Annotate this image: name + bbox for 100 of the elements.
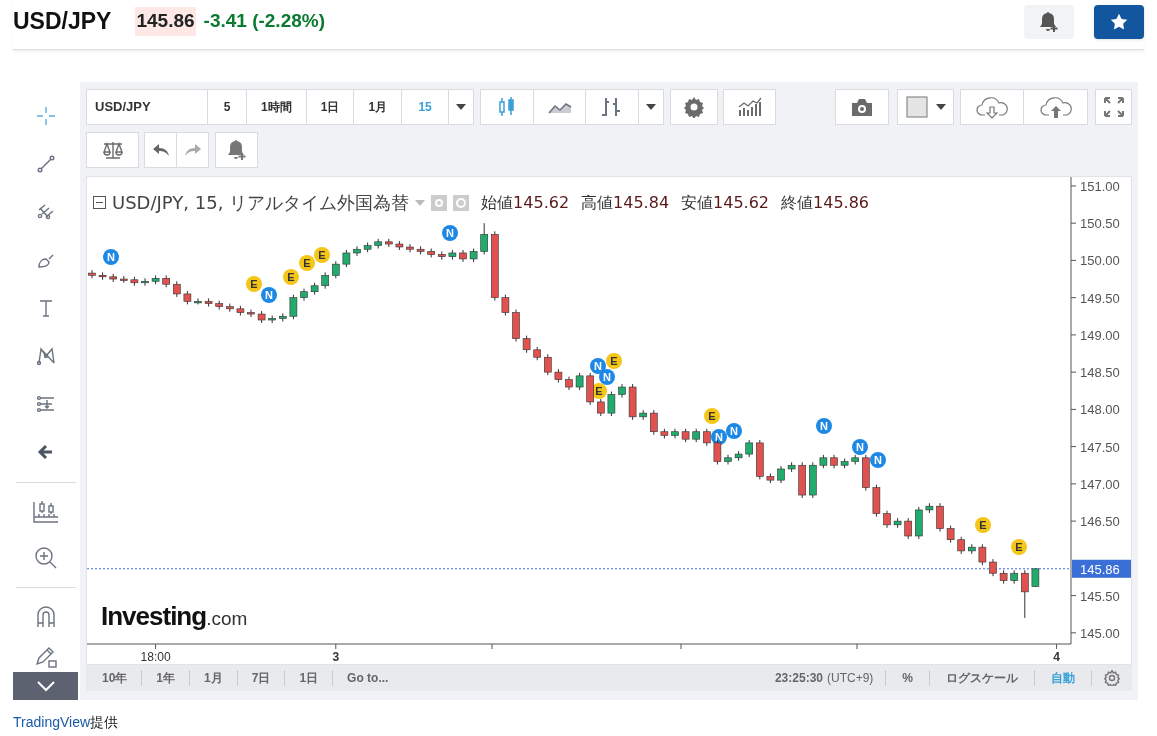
range-button[interactable]: 10年 <box>86 669 142 687</box>
clock-time: 23:25:30 <box>774 670 823 687</box>
price-axis-label: 149.50 <box>1080 290 1120 306</box>
event-marker[interactable]: E <box>314 247 330 263</box>
candle <box>862 454 870 492</box>
candle <box>681 428 690 443</box>
settings-button[interactable] <box>670 89 719 125</box>
interval-tab[interactable]: 1時間 <box>246 89 307 125</box>
event-marker[interactable]: N <box>261 287 277 303</box>
pencil-lock-icon[interactable] <box>33 644 58 668</box>
candle <box>120 275 128 284</box>
event-marker[interactable]: N <box>599 369 615 385</box>
candle <box>469 248 478 263</box>
caret-icon <box>935 104 946 110</box>
event-marker[interactable]: E <box>975 517 991 533</box>
annotation: N <box>715 431 724 443</box>
collapse-button[interactable] <box>13 672 78 700</box>
annotation: N <box>603 371 612 383</box>
scale-option[interactable]: % <box>886 669 929 687</box>
add-alert-button[interactable] <box>1024 4 1074 39</box>
pattern-icon[interactable] <box>35 346 56 366</box>
price-axis-label: 150.00 <box>1080 253 1120 269</box>
collapse-icon[interactable] <box>93 196 106 209</box>
price-axis-label: 146.50 <box>1080 514 1120 530</box>
annotation: E <box>303 257 311 269</box>
candle <box>342 249 351 268</box>
color-picker-button[interactable] <box>897 89 954 125</box>
annotation: E <box>595 385 603 397</box>
range-button[interactable]: Go to... <box>333 669 403 687</box>
candle <box>480 222 488 255</box>
line-tool-icon[interactable] <box>35 154 56 174</box>
pitchfork-icon[interactable] <box>35 202 56 222</box>
candle <box>416 245 425 255</box>
interval-tab[interactable]: 1日 <box>305 89 355 125</box>
watchlist-button[interactable] <box>1094 4 1144 39</box>
zoom-in-icon[interactable] <box>33 546 58 570</box>
attribution-text: 提供 <box>90 714 119 730</box>
ohlc-value: 145.62 <box>713 191 770 214</box>
interval-tab[interactable]: 1月 <box>353 89 403 125</box>
event-marker[interactable]: N <box>852 439 868 455</box>
annotation: E <box>1015 541 1023 553</box>
attribution-link[interactable]: TradingView <box>13 714 91 730</box>
interval-tab[interactable]: 15 <box>401 89 450 125</box>
candle <box>406 243 414 253</box>
indicators-button[interactable] <box>723 89 777 125</box>
candle <box>575 372 584 391</box>
chart-type-button[interactable] <box>533 89 587 125</box>
event-marker[interactable]: E <box>283 269 299 285</box>
candle <box>734 450 743 462</box>
ohlc-value: 145.84 <box>613 191 670 214</box>
event-marker[interactable]: N <box>816 418 832 434</box>
range-button[interactable]: 1年 <box>142 669 190 687</box>
candle <box>628 383 637 421</box>
candle <box>183 290 192 305</box>
candle <box>332 260 340 279</box>
event-marker[interactable]: E <box>299 255 315 271</box>
price-axis-label: 145.50 <box>1080 588 1120 604</box>
chart-type-button[interactable] <box>585 89 640 125</box>
event-marker[interactable]: N <box>103 249 119 265</box>
interval-tab[interactable]: 5 <box>207 89 247 125</box>
chart-type-button[interactable] <box>480 89 535 125</box>
undo-button[interactable] <box>144 132 177 168</box>
alert-button[interactable] <box>215 132 258 168</box>
candle <box>565 376 573 391</box>
candle <box>512 309 520 343</box>
price-axis-label: 147.00 <box>1080 476 1120 492</box>
symbol-field[interactable]: USD/JPY <box>86 89 208 125</box>
scale-option[interactable]: ログスケール <box>930 669 1034 687</box>
event-marker[interactable]: N <box>726 423 742 439</box>
event-marker[interactable]: E <box>606 353 622 369</box>
annotation: E <box>979 519 987 531</box>
annotation: N <box>107 251 116 263</box>
range-button[interactable]: 1月 <box>190 669 237 687</box>
event-marker[interactable]: N <box>870 452 886 468</box>
event-marker[interactable]: E <box>1011 539 1027 555</box>
candle <box>968 543 976 555</box>
measure-icon[interactable] <box>35 394 56 414</box>
range-button[interactable]: 7日 <box>237 669 285 687</box>
candle <box>533 346 541 361</box>
price-axis-label: 149.00 <box>1080 327 1120 343</box>
candle <box>1010 569 1018 585</box>
candle <box>999 569 1008 585</box>
interval-dropdown[interactable] <box>448 89 475 125</box>
event-marker[interactable]: E <box>246 276 262 292</box>
candle <box>957 536 965 555</box>
load-button[interactable] <box>960 89 1024 125</box>
compare-button[interactable] <box>86 132 139 168</box>
annotation: N <box>874 454 883 466</box>
chart-type-dropdown[interactable] <box>638 89 665 125</box>
event-marker[interactable]: N <box>442 225 458 241</box>
magnet-icon[interactable] <box>34 605 57 629</box>
screenshot-button[interactable] <box>835 89 889 125</box>
candles-ruler-icon[interactable] <box>30 499 61 525</box>
ohlc-label: 安値 <box>681 191 714 214</box>
candle <box>374 238 382 249</box>
fullscreen-button[interactable] <box>1095 89 1132 125</box>
candle <box>438 251 446 261</box>
save-button[interactable] <box>1023 89 1088 125</box>
range-button[interactable]: 1日 <box>285 669 333 687</box>
event-marker[interactable]: E <box>704 408 720 424</box>
